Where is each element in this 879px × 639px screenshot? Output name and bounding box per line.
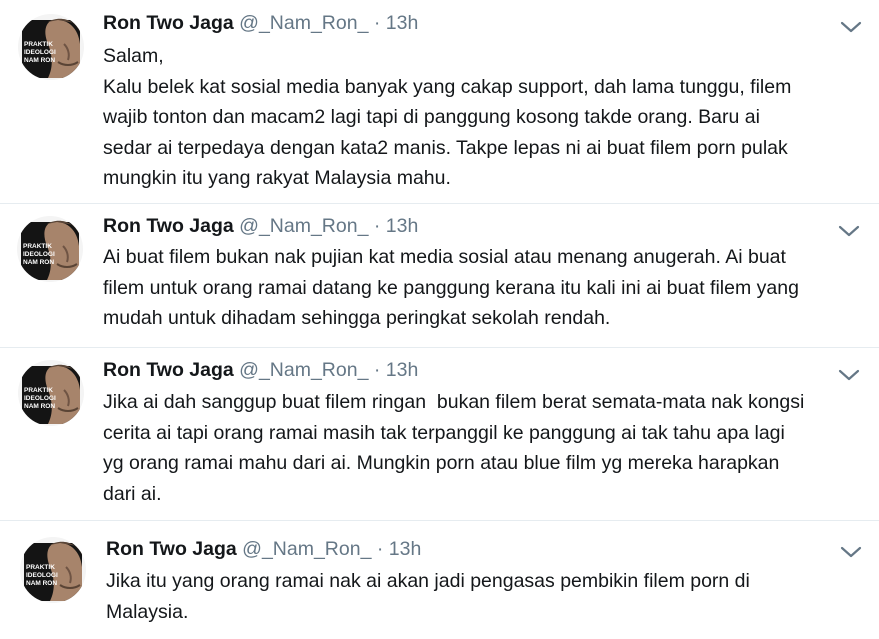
tweet: PRAKTIK IDEOLOGI NAM RON Ron Two Jaga @_… <box>0 0 879 203</box>
tweet: PRAKTIK IDEOLOGI NAM RON Ron Two Jaga @_… <box>0 204 879 347</box>
avatar-book-title: NAM RON <box>24 403 55 410</box>
avatar-book-title: IDEOLOGI <box>26 572 58 579</box>
avatar[interactable]: PRAKTIK IDEOLOGI NAM RON <box>18 14 84 80</box>
avatar-image: PRAKTIK IDEOLOGI NAM RON <box>18 360 84 426</box>
chevron-down-icon[interactable] <box>838 368 860 382</box>
author-handle[interactable]: @_Nam_Ron_ <box>239 12 368 34</box>
tweet-header: Ron Two Jaga @_Nam_Ron_ · 13h <box>103 214 418 238</box>
author-name[interactable]: Ron Two Jaga <box>103 359 234 381</box>
chevron-down-icon[interactable] <box>838 224 860 238</box>
avatar-book-title: NAM RON <box>24 57 55 64</box>
author-name[interactable]: Ron Two Jaga <box>106 538 237 560</box>
tweet: PRAKTIK IDEOLOGI NAM RON Ron Two Jaga @_… <box>0 348 879 520</box>
avatar-book-title: IDEOLOGI <box>24 49 56 56</box>
tweet-header: Ron Two Jaga @_Nam_Ron_ · 13h <box>103 358 418 382</box>
tweet-text: Ai buat filem bukan nak pujian kat media… <box>103 246 799 329</box>
tweet-feed: PRAKTIK IDEOLOGI NAM RON Ron Two Jaga @_… <box>0 0 879 639</box>
avatar[interactable]: PRAKTIK IDEOLOGI NAM RON <box>18 360 84 426</box>
tweet-text: Salam, Kalu belek kat sosial media banya… <box>103 45 792 189</box>
chevron-down-icon[interactable] <box>840 545 862 559</box>
avatar-book-title: NAM RON <box>23 259 54 266</box>
avatar-book-title: PRAKTIK <box>24 41 53 48</box>
tweet-text: Jika itu yang orang ramai nak ai akan ja… <box>106 570 750 623</box>
tweet-header: Ron Two Jaga @_Nam_Ron_ · 13h <box>103 11 418 35</box>
tweet-header: Ron Two Jaga @_Nam_Ron_ · 13h <box>106 537 421 561</box>
chevron-down-icon[interactable] <box>840 20 862 34</box>
author-handle[interactable]: @_Nam_Ron_ <box>239 359 368 381</box>
author-name[interactable]: Ron Two Jaga <box>103 215 234 237</box>
tweet-timestamp[interactable]: 13h <box>386 215 419 237</box>
avatar-book-title: IDEOLOGI <box>23 251 55 258</box>
avatar-image: PRAKTIK IDEOLOGI NAM RON <box>18 14 84 80</box>
author-name[interactable]: Ron Two Jaga <box>103 12 234 34</box>
avatar-image: PRAKTIK IDEOLOGI NAM RON <box>20 537 86 603</box>
avatar-book-title: PRAKTIK <box>23 243 52 250</box>
header-separator: · <box>373 12 381 34</box>
tweet-timestamp[interactable]: 13h <box>386 12 419 34</box>
avatar[interactable]: PRAKTIK IDEOLOGI NAM RON <box>20 537 86 603</box>
author-handle[interactable]: @_Nam_Ron_ <box>242 538 371 560</box>
avatar-book-title: NAM RON <box>26 580 57 587</box>
tweet-timestamp[interactable]: 13h <box>389 538 422 560</box>
avatar-book-title: PRAKTIK <box>26 564 55 571</box>
tweet-text: Jika ai dah sanggup buat filem ringan bu… <box>103 391 805 505</box>
author-handle[interactable]: @_Nam_Ron_ <box>239 215 368 237</box>
avatar-book-title: IDEOLOGI <box>24 395 56 402</box>
avatar[interactable]: PRAKTIK IDEOLOGI NAM RON <box>17 216 83 282</box>
header-separator: · <box>373 359 381 381</box>
avatar-image: PRAKTIK IDEOLOGI NAM RON <box>17 216 83 282</box>
header-separator: · <box>373 215 381 237</box>
tweet: PRAKTIK IDEOLOGI NAM RON Ron Two Jaga @_… <box>0 521 879 639</box>
header-separator: · <box>376 538 384 560</box>
tweet-timestamp[interactable]: 13h <box>386 359 419 381</box>
avatar-book-title: PRAKTIK <box>24 387 53 394</box>
